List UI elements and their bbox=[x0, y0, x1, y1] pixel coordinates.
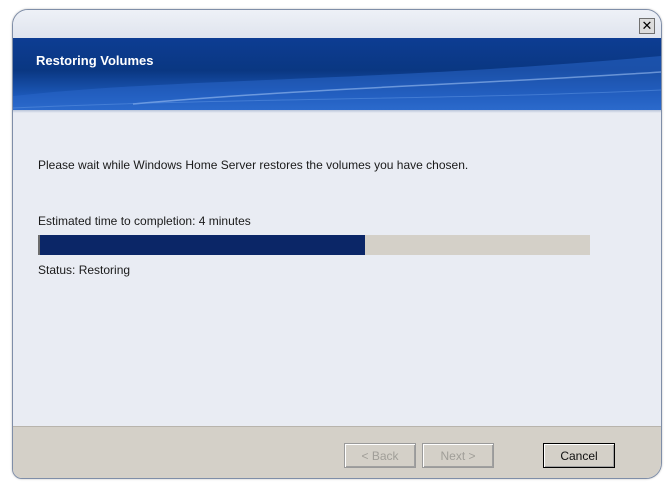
button-bar: < Back Next > Cancel bbox=[13, 426, 661, 478]
back-button[interactable]: < Back bbox=[344, 443, 416, 468]
close-button[interactable]: ✕ bbox=[639, 18, 655, 34]
eta-label: Estimated time to completion: 4 minutes bbox=[38, 214, 251, 228]
next-button[interactable]: Next > bbox=[422, 443, 494, 468]
status-text: Status: Restoring bbox=[38, 263, 131, 277]
progress-fill bbox=[40, 235, 365, 255]
content-area: Please wait while Windows Home Server re… bbox=[13, 113, 661, 426]
page-title: Restoring Volumes bbox=[36, 53, 154, 68]
banner-swoosh bbox=[13, 56, 661, 110]
close-icon: ✕ bbox=[641, 18, 653, 34]
instruction-text: Please wait while Windows Home Server re… bbox=[38, 158, 469, 172]
restore-dialog: ✕ Restoring Volumes Please wait while Wi… bbox=[12, 9, 662, 479]
title-bar: ✕ bbox=[13, 10, 661, 38]
progress-bar bbox=[38, 235, 590, 255]
header-banner: Restoring Volumes bbox=[13, 38, 661, 110]
cancel-button[interactable]: Cancel bbox=[543, 443, 615, 468]
